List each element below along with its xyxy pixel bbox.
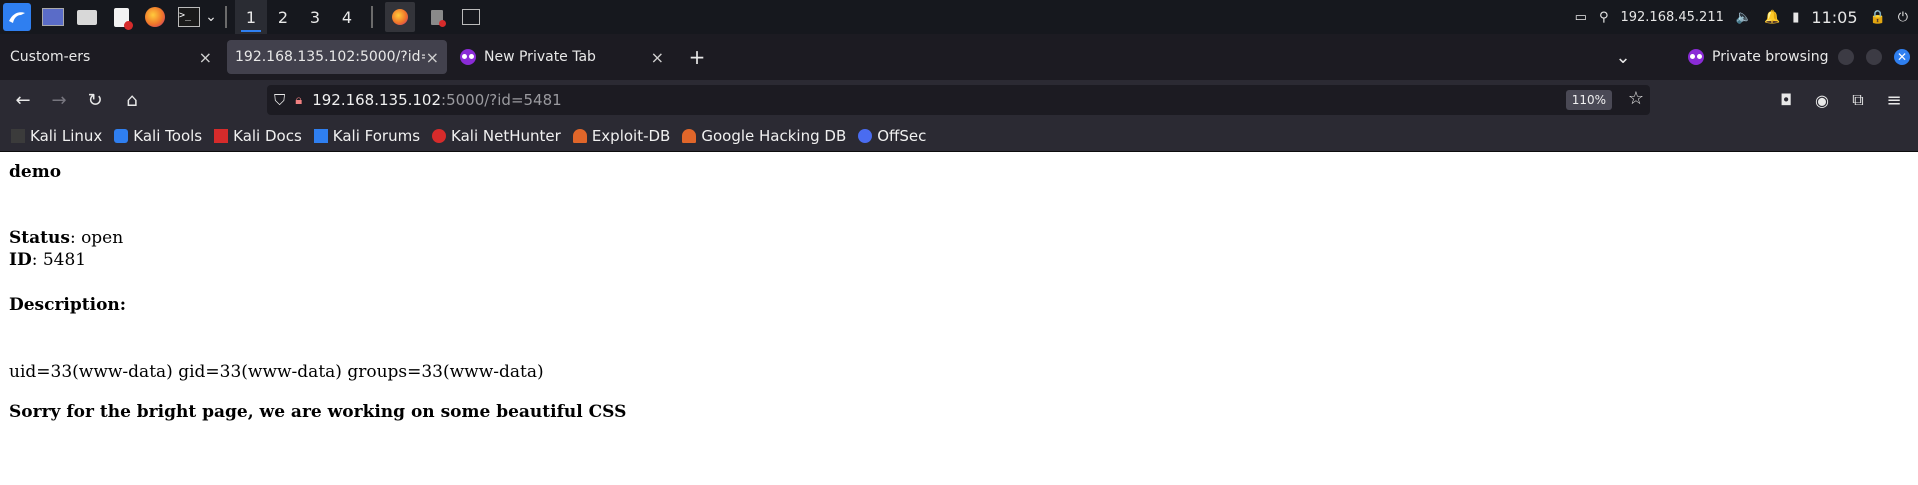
network-icon[interactable]: ⚲ xyxy=(1599,10,1609,25)
google-hacking-db-icon xyxy=(682,128,697,143)
close-tab-icon[interactable]: × xyxy=(651,48,664,67)
lock-icon[interactable]: 🔒 xyxy=(1870,10,1886,25)
status-line: Status: open xyxy=(9,228,123,248)
account-icon[interactable]: ◉ xyxy=(1810,88,1834,112)
close-tab-icon[interactable]: × xyxy=(199,48,212,67)
id-value: : 5481 xyxy=(31,250,87,270)
kali-nethunter-icon xyxy=(432,128,447,143)
workspace-3[interactable]: 3 xyxy=(299,0,331,34)
close-tab-icon[interactable]: × xyxy=(426,48,439,67)
plus-icon: + xyxy=(688,45,706,69)
notification-bell-icon[interactable]: 🔔 xyxy=(1764,10,1780,25)
tab-label: New Private Tab xyxy=(484,49,596,65)
bookmark-google-hacking-db[interactable]: Google Hacking DB xyxy=(682,127,846,145)
tab-custom-ers[interactable]: Custom-ers × xyxy=(0,40,220,74)
bookmark-kali-nethunter[interactable]: Kali NetHunter xyxy=(432,127,561,145)
minimize-button[interactable] xyxy=(1838,49,1854,65)
tab-label: Custom-ers xyxy=(10,49,91,65)
bookmark-kali-tools[interactable]: Kali Tools xyxy=(114,127,202,145)
pocket-icon[interactable]: ◘ xyxy=(1774,88,1798,112)
close-window-button[interactable]: ✕ xyxy=(1894,49,1910,65)
back-button[interactable]: ← xyxy=(11,88,35,112)
document-window-icon[interactable] xyxy=(425,5,449,29)
reload-button[interactable]: ↻ xyxy=(83,88,107,112)
home-button[interactable]: ⌂ xyxy=(120,88,144,112)
taskbar-divider xyxy=(225,6,227,28)
browser-nav-bar: ← → ↻ ⌂ ⛉ 🔒︎ 192.168.135.102:5000/?id=54… xyxy=(0,80,1918,120)
private-browsing-label: Private browsing xyxy=(1712,49,1829,65)
new-tab-button[interactable]: + xyxy=(682,40,712,74)
list-all-tabs-button[interactable]: ⌄ xyxy=(1608,40,1638,74)
private-mask-icon xyxy=(1688,49,1704,65)
url-path: :5000/?id=5481 xyxy=(441,91,562,109)
footer-note: Sorry for the bright page, we are workin… xyxy=(9,402,627,422)
url-host: 192.168.135.102 xyxy=(312,91,442,109)
firefox-window-icon[interactable] xyxy=(385,2,415,32)
bookmark-kali-docs[interactable]: Kali Docs xyxy=(214,127,302,145)
offsec-icon xyxy=(858,128,873,143)
firefox-icon[interactable] xyxy=(143,5,167,29)
maximize-button[interactable] xyxy=(1866,49,1882,65)
url-bar[interactable]: ⛉ 🔒︎ 192.168.135.102:5000/?id=5481 110% … xyxy=(267,85,1650,115)
workspace-2[interactable]: 2 xyxy=(267,0,299,34)
zoom-level-button[interactable]: 110% xyxy=(1565,90,1612,110)
status-value: : open xyxy=(69,228,124,248)
battery-icon[interactable]: ▮ xyxy=(1792,10,1799,25)
power-icon[interactable]: ⏻ xyxy=(1898,10,1908,25)
command-output: uid=33(www-data) gid=33(www-data) groups… xyxy=(9,362,544,382)
kali-tools-icon xyxy=(114,128,129,143)
forward-button[interactable]: → xyxy=(47,88,71,112)
url-text[interactable]: 192.168.135.102:5000/?id=5481 xyxy=(312,91,562,109)
shield-icon[interactable]: ⛉ xyxy=(274,91,285,109)
description-heading: Description: xyxy=(9,295,127,315)
bookmarks-toolbar: Kali Linux Kali Tools Kali Docs Kali For… xyxy=(0,120,1918,152)
ip-address: 192.168.45.211 xyxy=(1620,9,1724,25)
taskbar-divider xyxy=(371,6,373,28)
tab-new-private[interactable]: New Private Tab × xyxy=(452,40,672,74)
tab-active-page[interactable]: 192.168.135.102:5000/?id=54 × xyxy=(227,40,447,74)
kali-linux-icon xyxy=(11,128,25,143)
browser-tab-bar: Custom-ers × 192.168.135.102:5000/?id=54… xyxy=(0,34,1918,80)
display-icon[interactable]: ▭ xyxy=(1575,10,1587,25)
page-title: demo xyxy=(9,162,62,182)
id-label: ID xyxy=(9,250,32,270)
bookmark-kali-linux[interactable]: Kali Linux xyxy=(11,127,102,145)
bookmark-exploit-db[interactable]: Exploit-DB xyxy=(572,127,670,145)
clock[interactable]: 11:05 xyxy=(1811,8,1857,27)
chevron-down-icon[interactable]: ⌄ xyxy=(205,5,217,29)
kali-menu-icon[interactable] xyxy=(3,3,31,31)
kali-forums-icon xyxy=(313,128,328,143)
desktop-icon[interactable] xyxy=(41,5,65,29)
terminal-window-icon[interactable] xyxy=(459,5,483,29)
bookmark-kali-forums[interactable]: Kali Forums xyxy=(313,127,420,145)
terminal-icon[interactable]: >_ xyxy=(177,5,201,29)
system-taskbar: >_ ⌄ 1 2 3 4 ▭ ⚲ 192.168.45.211 🔈 🔔 ▮ 11… xyxy=(0,0,1918,34)
status-label: Status xyxy=(9,228,70,248)
extensions-icon[interactable]: ⧉ xyxy=(1846,88,1870,112)
menu-icon[interactable]: ≡ xyxy=(1882,88,1906,112)
bookmark-offsec[interactable]: OffSec xyxy=(858,127,926,145)
kali-docs-icon xyxy=(214,128,229,143)
lock-icon[interactable]: 🔒︎ xyxy=(295,93,302,108)
text-editor-icon[interactable] xyxy=(109,5,133,30)
tab-label: 192.168.135.102:5000/?id=54 xyxy=(235,49,425,65)
exploit-db-icon xyxy=(572,128,587,143)
volume-icon[interactable]: 🔈 xyxy=(1736,10,1752,25)
private-mask-icon xyxy=(460,49,476,65)
workspace-1[interactable]: 1 xyxy=(235,0,267,34)
bookmark-star-icon[interactable]: ☆ xyxy=(1628,88,1644,109)
workspace-4[interactable]: 4 xyxy=(331,0,363,34)
chevron-down-icon: ⌄ xyxy=(1615,46,1631,68)
id-line: ID: 5481 xyxy=(9,250,86,270)
file-manager-icon[interactable] xyxy=(75,5,99,29)
private-browsing-indicator: Private browsing xyxy=(1688,40,1848,74)
